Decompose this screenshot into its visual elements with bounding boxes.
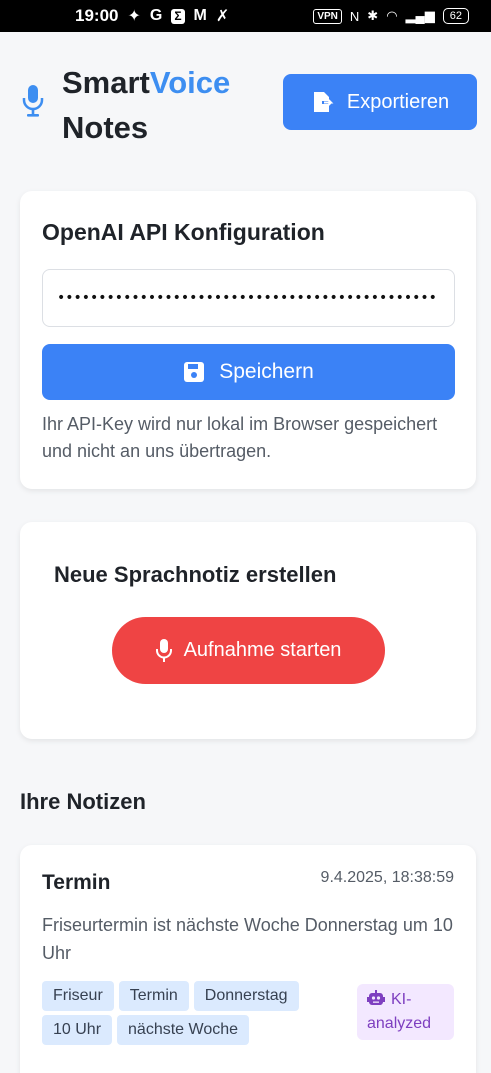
google-icon: G [149,7,163,24]
start-recording-button[interactable]: Aufnahme starten [112,617,385,684]
note-tags: Friseur Termin Donnerstag 10 Uhr nächste Woc… [42,981,347,1049]
status-bar: 19:00 ✦ G Σ M ✗ VPN N ✱ ◠ ▂▄▆ 62 [0,0,491,32]
note-text: Friseurtermin ist nächste Woche Donnerst… [42,915,453,963]
note-title: Termin [42,871,111,894]
note-tag: 10 Uhr [42,1015,113,1045]
api-config-title: OpenAI API Konfiguration [42,219,325,245]
api-config-card: OpenAI API Konfiguration •••••••••••••••… [20,191,476,489]
notes-section-title: Ihre Notizen [20,789,146,814]
wifi-icon: ◠ [386,8,398,23]
api-key-note: Ihr API-Key wird nur lokal im Browser ge… [42,414,438,461]
new-note-title: Neue Sprachnotiz erstellen [54,562,337,587]
signal-icon: ▂▄▆ [405,8,435,23]
missed-call-icon: ✗ [215,8,230,25]
note-tag: Donnerstag [193,981,299,1011]
note-tag: nächste Woche [117,1015,250,1045]
ai-analyzed-badge: KI-analyzed [357,984,454,1040]
microphone-icon [155,638,172,662]
nfc-icon: N [349,8,360,24]
gmail-icon: M [193,7,207,24]
app-title: SmartVoice Notes [62,65,231,145]
save-button[interactable]: Speichern [42,344,455,400]
new-note-card: Neue Sprachnotiz erstellen Aufnahme star… [20,522,476,739]
note-card[interactable]: Termin 9.4.2025, 18:38:59 Friseurtermin … [20,845,476,1073]
file-export-icon [313,92,334,112]
battery-icon: 62 [442,8,469,24]
note-tag: Friseur [42,981,114,1011]
sparkle-icon: ✦ [127,8,141,25]
robot-icon [367,990,385,1005]
floppy-disk-icon [184,362,205,382]
status-time: 19:00 [75,6,119,25]
bluetooth-icon: ✱ [367,8,379,23]
note-tag: Termin [118,981,189,1011]
api-key-input[interactable]: ••••••••••••••••••••••••••••••••••••••••… [42,269,455,327]
microphone-logo-icon [22,85,44,117]
export-button[interactable]: Exportieren [283,74,477,130]
note-date: 9.4.2025, 18:38:59 [320,869,454,886]
sigma-icon: Σ [171,8,185,24]
vpn-icon: VPN [313,8,342,24]
